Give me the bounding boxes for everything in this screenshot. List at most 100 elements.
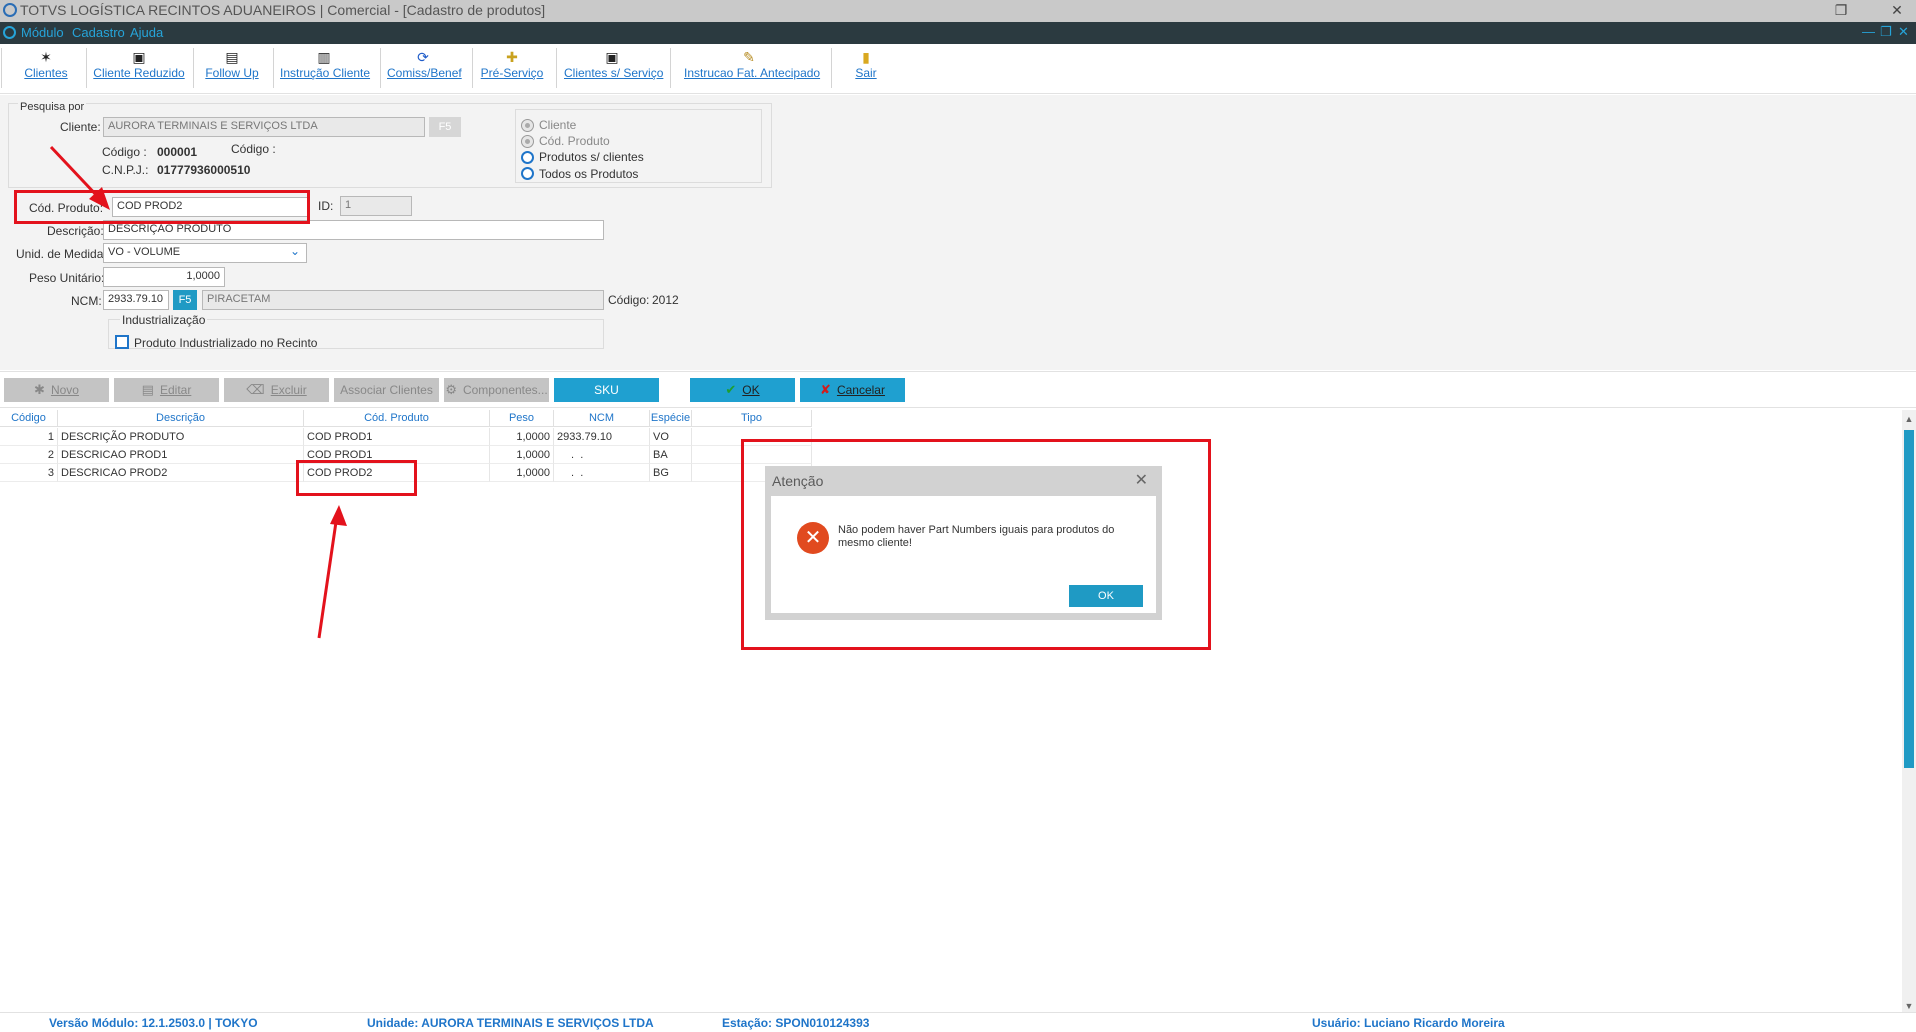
- table-row-cell[interactable]: . .: [554, 464, 650, 482]
- chevron-down-icon: ⌄: [289, 244, 300, 258]
- grid-header-especie[interactable]: Espécie: [650, 410, 692, 427]
- action-bar: ✱ Novo ▤ Editar ⌫ Excluir Associar Clientes…: [0, 371, 1916, 408]
- menu-cadastro[interactable]: Cadastro: [72, 25, 125, 40]
- toolbar-sair-button[interactable]: ▮ Sair: [846, 46, 886, 92]
- radio-produtos-sem-clientes[interactable]: [521, 151, 534, 164]
- excluir-label: Excluir: [270, 383, 307, 397]
- codigo-value: 000001: [157, 145, 198, 159]
- ncm-label: NCM:: [71, 294, 102, 308]
- scroll-down-icon[interactable]: ▼: [1902, 999, 1916, 1013]
- app-logo-icon: [3, 3, 17, 17]
- clients-icon: ✶: [40, 49, 52, 65]
- industrializado-label: Produto Industrializado no Recinto: [134, 336, 318, 350]
- editar-button[interactable]: ▤ Editar: [114, 378, 219, 402]
- grid-header-codigo[interactable]: Código: [0, 410, 58, 427]
- toolbar-pre-servico-label: Pré-Serviço: [480, 66, 544, 80]
- associar-clientes-label: Associar Clientes: [340, 383, 433, 397]
- toolbar-clientes-sem-servico-button[interactable]: ▣ Clientes s/ Serviço: [564, 46, 664, 92]
- grid-header-cod-produto[interactable]: Cód. Produto: [304, 410, 490, 427]
- menu-modulo[interactable]: Módulo: [21, 25, 64, 40]
- table-row-cell[interactable]: BA: [650, 446, 692, 464]
- menu-logo-icon: [3, 26, 16, 39]
- vertical-scrollbar[interactable]: ▲ ▼: [1902, 410, 1916, 1013]
- peso-unitario-field[interactable]: 1,0000: [103, 267, 225, 287]
- componentes-button[interactable]: ⚙ Componentes...: [444, 378, 549, 402]
- associar-clientes-button[interactable]: Associar Clientes: [334, 378, 439, 402]
- unid-medida-select[interactable]: VO - VOLUME ⌄: [103, 243, 307, 263]
- minimize-child-icon[interactable]: —: [1862, 24, 1875, 39]
- toolbar: ✶ Clientes ▣ Cliente Reduzido ▤ Follow U…: [0, 44, 1916, 94]
- status-versao: Versão Módulo: 12.1.2503.0 | TOKYO: [49, 1016, 258, 1030]
- toolbar-clientes-button[interactable]: ✶ Clientes: [15, 46, 77, 92]
- radio-cod-produto[interactable]: [521, 135, 534, 148]
- id-field[interactable]: 1: [340, 196, 412, 216]
- table-row-cell[interactable]: 1,0000: [490, 464, 554, 482]
- annotation-box-grid-cell: [296, 460, 417, 496]
- ok-button[interactable]: ✔ OK: [690, 378, 795, 402]
- close-window-button[interactable]: ✕: [1878, 0, 1916, 22]
- table-row-cell[interactable]: DESCRICAO PROD2: [58, 464, 304, 482]
- radio-todos-produtos[interactable]: [521, 167, 534, 180]
- toolbar-instrucao-fat-button[interactable]: ✎ Instrucao Fat. Antecipado: [684, 46, 820, 92]
- industrializado-checkbox[interactable]: [115, 335, 129, 349]
- edit-icon: ▤: [141, 382, 154, 397]
- table-row-cell[interactable]: 3: [0, 464, 58, 482]
- table-row-cell[interactable]: VO: [650, 428, 692, 446]
- close-child-icon[interactable]: ✕: [1898, 24, 1909, 40]
- toolbar-pre-servico-button[interactable]: ✚ Pré-Serviço: [480, 46, 544, 92]
- cancelar-button[interactable]: ✘ Cancelar: [800, 378, 905, 402]
- grid-header-tipo[interactable]: Tipo: [692, 410, 812, 427]
- annotation-box-dialog: [741, 439, 1211, 650]
- table-row-cell[interactable]: COD PROD1: [304, 428, 490, 446]
- cancelar-label: Cancelar: [836, 383, 885, 397]
- menu-ajuda[interactable]: Ajuda: [130, 25, 163, 40]
- table-row-cell[interactable]: BG: [650, 464, 692, 482]
- id-label: ID:: [318, 199, 334, 213]
- toolbar-cliente-reduzido-button[interactable]: ▣ Cliente Reduzido: [93, 46, 185, 92]
- cliente-field[interactable]: AURORA TERMINAIS E SERVIÇOS LTDA: [103, 117, 425, 137]
- sku-button[interactable]: SKU: [554, 378, 659, 402]
- restore-child-icon[interactable]: ❐: [1880, 24, 1892, 40]
- window-title: TOTVS LOGÍSTICA RECINTOS ADUANEIROS | Co…: [20, 2, 546, 18]
- radio-cliente-label: Cliente: [539, 118, 577, 132]
- toolbar-comiss-benef-button[interactable]: ⟳ Comiss/Benef: [387, 46, 462, 92]
- cliente-f5-button[interactable]: F5: [429, 117, 461, 137]
- codigo2-label: Código :: [231, 142, 276, 156]
- editar-label: Editar: [159, 383, 192, 397]
- toolbar-follow-up-button[interactable]: ▤ Follow Up: [200, 46, 264, 92]
- table-row-cell[interactable]: 1,0000: [490, 428, 554, 446]
- status-bar: Versão Módulo: 12.1.2503.0 | TOKYO Unida…: [0, 1012, 1916, 1032]
- menu-bar: Módulo Cadastro Ajuda — ❐ ✕: [0, 22, 1916, 44]
- excluir-button[interactable]: ⌫ Excluir: [224, 378, 329, 402]
- title-bar: TOTVS LOGÍSTICA RECINTOS ADUANEIROS | Co…: [0, 0, 1916, 22]
- scrollbar-thumb[interactable]: [1904, 430, 1914, 768]
- scroll-up-icon[interactable]: ▲: [1902, 412, 1916, 426]
- grid-header-descricao[interactable]: Descrição: [58, 410, 304, 427]
- toolbar-cliente-reduzido-label: Cliente Reduzido: [93, 66, 185, 80]
- table-row-cell[interactable]: DESCRICAO PROD1: [58, 446, 304, 464]
- table-row-cell[interactable]: 2933.79.10: [554, 428, 650, 446]
- grid-header-ncm[interactable]: NCM: [554, 410, 650, 427]
- toolbar-clientes-label: Clientes: [24, 66, 68, 80]
- table-row-cell[interactable]: DESCRIÇÃO PRODUTO: [58, 428, 304, 446]
- cancel-icon: ✘: [820, 382, 831, 397]
- novo-button[interactable]: ✱ Novo: [4, 378, 109, 402]
- table-row-cell[interactable]: 1: [0, 428, 58, 446]
- grid-header-peso[interactable]: Peso: [490, 410, 554, 427]
- follow-up-icon: ▤: [225, 49, 239, 65]
- status-usuario: Usuário: Luciano Ricardo Moreira: [1312, 1016, 1505, 1030]
- descricao-label: Descrição:: [47, 224, 104, 238]
- ncm-description-field[interactable]: PIRACETAM: [202, 290, 604, 310]
- toolbar-clientes-sem-servico-label: Clientes s/ Serviço: [564, 66, 664, 80]
- table-row-cell[interactable]: . .: [554, 446, 650, 464]
- radio-produtos-sem-clientes-label: Produtos s/ clientes: [539, 150, 644, 164]
- table-row-cell[interactable]: 2: [0, 446, 58, 464]
- ncm-f5-button[interactable]: F5: [173, 290, 197, 310]
- toolbar-instrucao-cliente-button[interactable]: ▥ Instrução Cliente: [280, 46, 370, 92]
- table-row-cell[interactable]: 1,0000: [490, 446, 554, 464]
- reduced-client-icon: ▣: [132, 49, 146, 65]
- toolbar-instrucao-fat-label: Instrucao Fat. Antecipado: [684, 66, 821, 80]
- ncm-field[interactable]: 2933.79.10: [103, 290, 169, 310]
- restore-window-button[interactable]: ❐: [1822, 0, 1860, 22]
- radio-cliente[interactable]: [521, 119, 534, 132]
